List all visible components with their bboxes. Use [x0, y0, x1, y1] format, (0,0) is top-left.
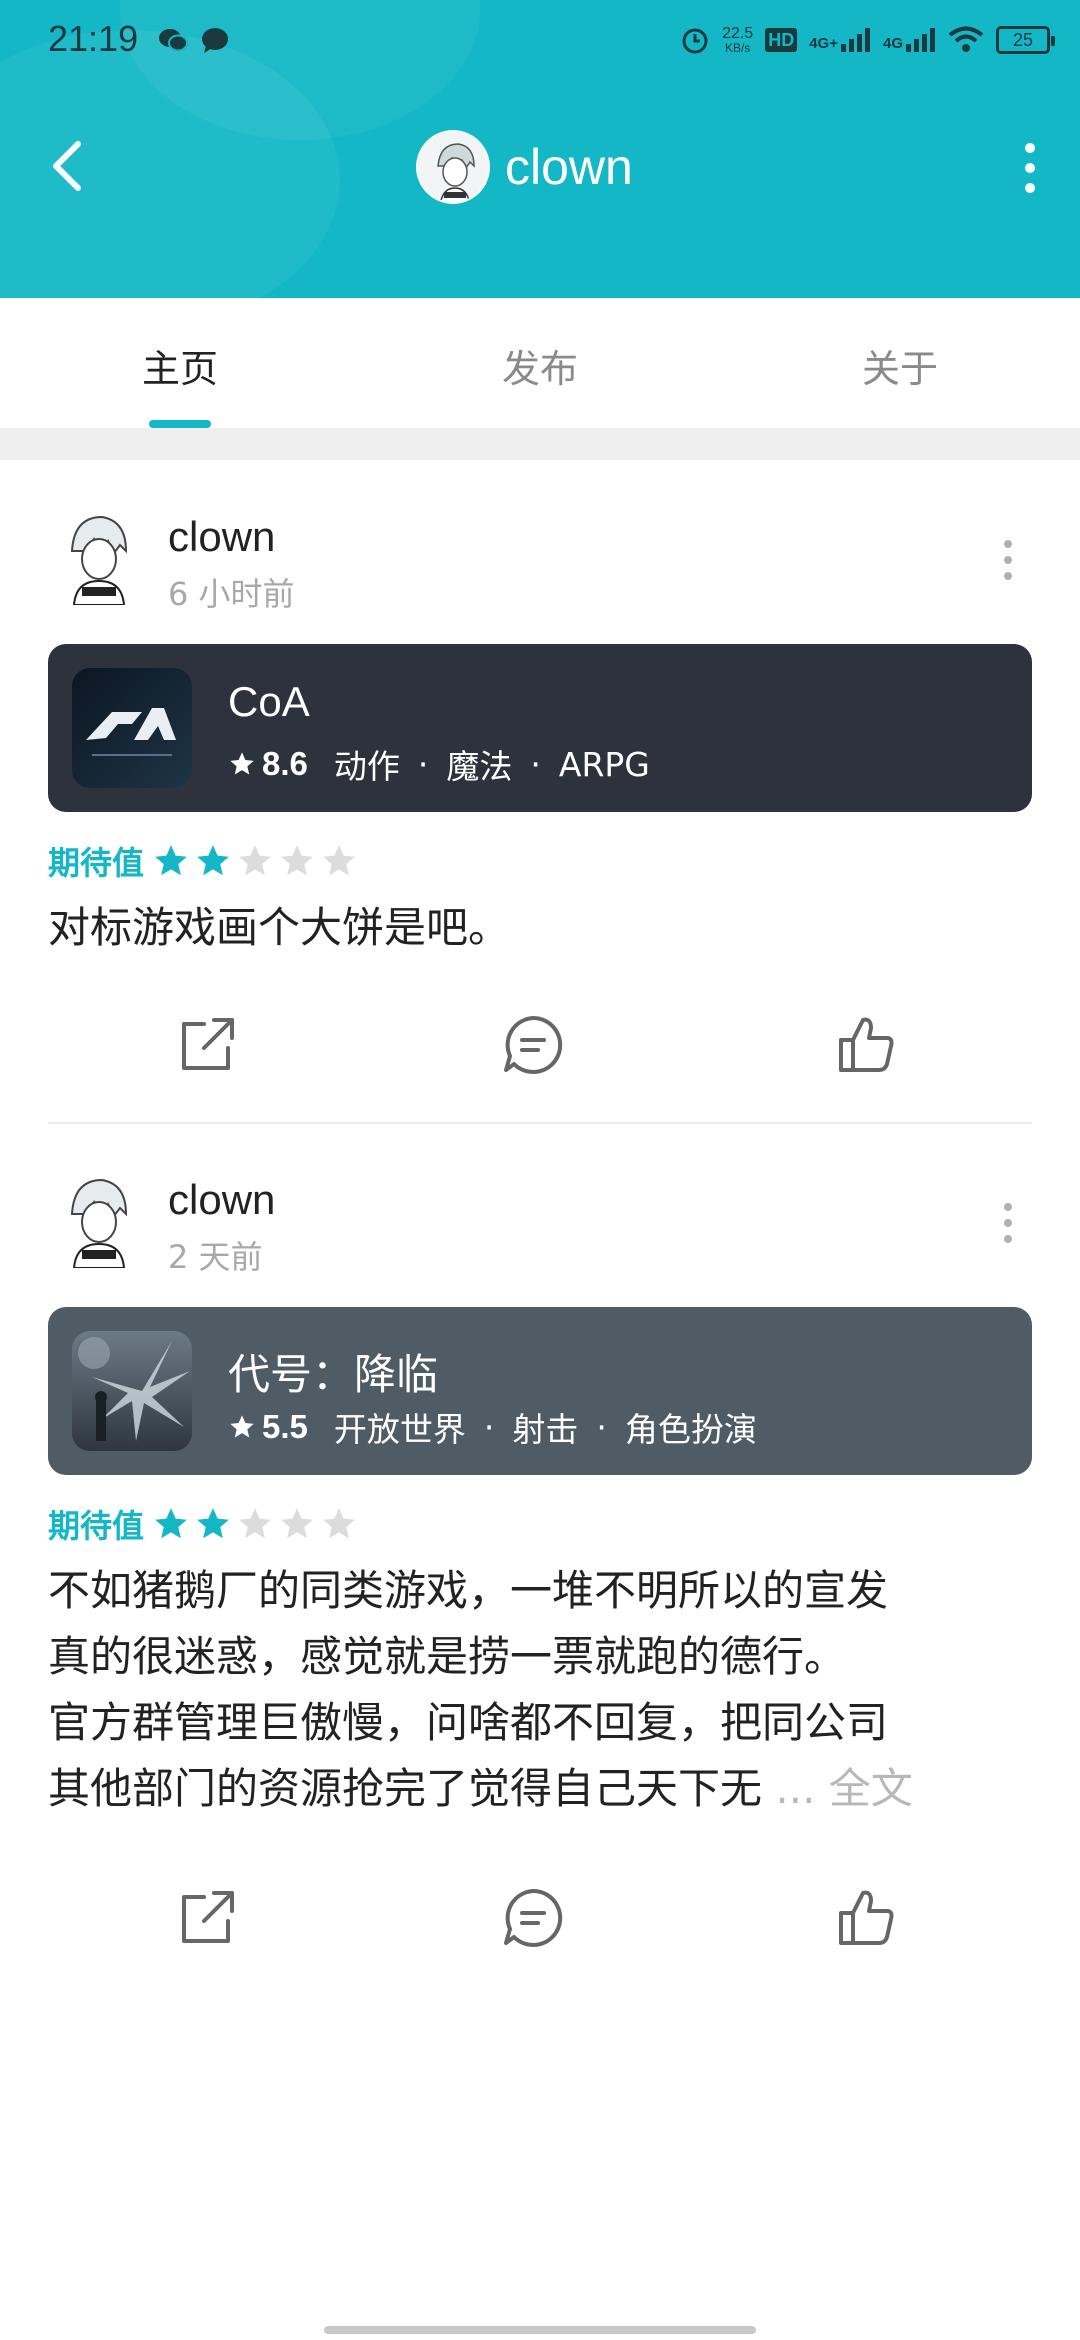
expectation-rating: 期待值 — [48, 1501, 362, 1547]
game-meta: 8.6 动作 · 魔法 · ARPG — [228, 740, 650, 788]
review-post: clown 6 小时前 CoA 8.6 动作 · 魔法 · ARPG 期待值 对… — [0, 505, 1080, 1125]
star-empty-icon — [239, 845, 271, 876]
thumbs-up-icon[interactable] — [831, 1010, 901, 1080]
status-time: 21:19 — [48, 18, 139, 59]
tab-about[interactable]: 关于 — [800, 338, 1000, 393]
signal-icon — [906, 28, 935, 52]
tag-separator: · — [417, 744, 429, 784]
status-bar: 21:19 22.5 KB/s HD 4G+ 4G 25 — [0, 0, 1080, 82]
game-rating: 5.5 — [262, 1408, 308, 1445]
star-empty-icon — [281, 845, 313, 876]
star-filled-icon — [197, 845, 229, 876]
star-filled-icon — [155, 1508, 187, 1539]
share-icon[interactable] — [170, 1010, 240, 1080]
expectation-label: 期待值 — [48, 1507, 145, 1545]
content-line: 不如猪鹅厂的同类游戏，一堆不明所以的宣发 — [48, 1566, 889, 1615]
post-content[interactable]: 不如猪鹅厂的同类游戏，一堆不明所以的宣发 真的很迷惑，感觉就是捞一票就跑的德行。… — [48, 1558, 1038, 1822]
tag-separator: · — [483, 1407, 495, 1447]
comment-icon[interactable] — [498, 1883, 568, 1953]
alarm-icon — [682, 28, 708, 54]
game-tag: 射击 — [512, 1410, 579, 1449]
post-divider — [48, 1122, 1032, 1124]
tag-separator: · — [596, 1407, 607, 1447]
comment-icon[interactable] — [498, 1010, 568, 1080]
game-title: CoA — [228, 678, 310, 725]
network-speed-unit: KB/s — [724, 41, 751, 55]
star-icon — [230, 1415, 254, 1438]
game-tag: 角色扮演 — [624, 1410, 757, 1449]
read-full-text-link[interactable]: 全文 — [829, 1764, 913, 1813]
game-cover-image — [72, 1331, 192, 1451]
thumbs-up-icon[interactable] — [831, 1883, 901, 1953]
expectation-rating: 期待值 — [48, 838, 362, 884]
network-type-2: 4G — [882, 35, 903, 52]
post-time: 2 天前 — [168, 1238, 263, 1276]
share-icon[interactable] — [170, 1883, 240, 1953]
status-indicators: 22.5 KB/s HD 4G+ 4G 25 — [680, 20, 1055, 60]
post-content[interactable]: 对标游戏画个大饼是吧。 — [48, 895, 1038, 961]
star-empty-icon — [323, 1508, 355, 1539]
tab-posts[interactable]: 发布 — [440, 338, 640, 393]
signal-icon — [840, 28, 870, 52]
network-speed: 22.5 — [722, 25, 754, 42]
expectation-label: 期待值 — [48, 844, 145, 882]
message-bubble-icon — [202, 28, 228, 53]
tab-bar: 主页 发布 关于 — [0, 298, 1080, 428]
game-tag: ARPG — [558, 744, 650, 784]
star-filled-icon — [155, 845, 187, 876]
avatar[interactable] — [416, 130, 490, 204]
wifi-icon — [948, 26, 984, 52]
page-title: clown — [505, 139, 633, 195]
avatar-image — [50, 505, 150, 605]
content-line: 真的很迷惑，感觉就是捞一票就跑的德行。 — [48, 1632, 847, 1681]
tab-home[interactable]: 主页 — [80, 338, 280, 393]
review-post: clown 2 天前 代号：降临 5.5 开放世界 · 射击 · 角色扮演 期待… — [0, 1168, 1080, 1968]
game-icon — [72, 668, 192, 788]
hd-badge: HD — [765, 28, 798, 52]
post-time: 6 小时前 — [168, 575, 295, 613]
chevron-left-icon[interactable] — [40, 136, 100, 196]
content-line: 对标游戏画个大饼是吧。 — [48, 903, 511, 952]
game-tag: 魔法 — [446, 747, 513, 786]
content-line-text: 其他部门的资源抢完了觉得自己天下无 — [48, 1764, 763, 1813]
game-title: 代号：降临 — [228, 1351, 439, 1398]
post-author[interactable]: clown — [168, 1176, 275, 1224]
star-empty-icon — [281, 1508, 313, 1539]
top-nav-bar: clown — [0, 100, 1080, 240]
ellipsis: ... — [775, 1764, 816, 1813]
tag-separator: · — [530, 744, 541, 784]
avatar-image — [418, 132, 488, 202]
game-tag: 动作 — [333, 747, 400, 786]
active-tab-indicator — [149, 420, 211, 428]
star-empty-icon — [239, 1508, 271, 1539]
avatar[interactable] — [50, 505, 150, 605]
wechat-icon — [159, 29, 188, 52]
game-meta: 5.5 开放世界 · 射击 · 角色扮演 — [228, 1403, 757, 1451]
content-line: 官方群管理巨傲慢，问啥都不回复，把同公司 — [48, 1698, 889, 1747]
star-filled-icon — [197, 1508, 229, 1539]
star-empty-icon — [323, 845, 355, 876]
star-icon — [230, 752, 254, 775]
home-indicator[interactable] — [324, 2326, 756, 2334]
game-card[interactable]: 代号：降临 5.5 开放世界 · 射击 · 角色扮演 — [48, 1307, 1032, 1475]
battery-level: 25 — [1012, 30, 1034, 50]
profile-header: 21:19 22.5 KB/s HD 4G+ 4G 25 clown — [0, 0, 1080, 298]
network-type-1: 4G+ — [809, 35, 838, 52]
battery-indicator: 25 — [996, 26, 1055, 54]
avatar-image — [50, 1168, 150, 1268]
more-vertical-icon[interactable] — [998, 1198, 1018, 1248]
more-vertical-icon[interactable] — [1008, 136, 1052, 200]
game-card[interactable]: CoA 8.6 动作 · 魔法 · ARPG — [48, 644, 1032, 812]
section-separator — [0, 428, 1080, 460]
game-cover-image — [72, 668, 192, 788]
more-vertical-icon[interactable] — [998, 535, 1018, 585]
post-author[interactable]: clown — [168, 513, 275, 561]
game-tag: 开放世界 — [333, 1410, 466, 1449]
game-icon — [72, 1331, 192, 1451]
game-rating: 8.6 — [262, 745, 308, 782]
content-line-last: 其他部门的资源抢完了觉得自己天下无 ... 全文 — [48, 1756, 1038, 1822]
avatar[interactable] — [50, 1168, 150, 1268]
